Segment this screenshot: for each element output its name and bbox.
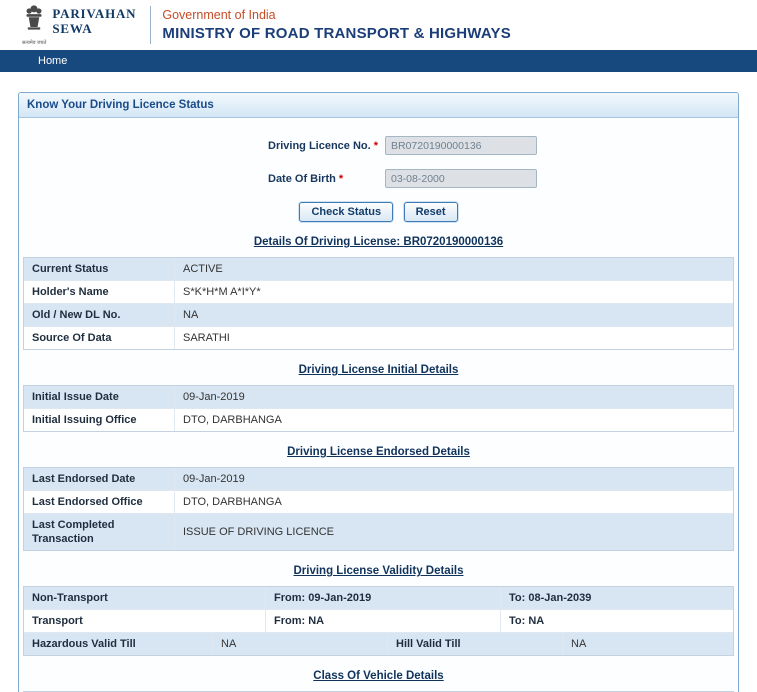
- emblem-caption: सत्यमेव जयते: [22, 40, 47, 46]
- validity-details-table: Non-Transport From: 09-Jan-2019 To: 08-J…: [23, 586, 734, 656]
- endorsed-details-heading: Driving License Endorsed Details: [287, 446, 470, 458]
- hazardous-valid-till-value: NA: [212, 633, 387, 655]
- panel-body: Driving Licence No. * Date Of Birth * Ch…: [19, 118, 738, 692]
- table-row: Current Status ACTIVE: [24, 258, 733, 280]
- dl-number-row: Driving Licence No. *: [268, 136, 734, 155]
- hill-valid-till-value: NA: [562, 633, 733, 655]
- last-endorsed-office-value: DTO, DARBHANGA: [174, 491, 733, 513]
- reset-button[interactable]: Reset: [403, 202, 458, 222]
- details-heading: Details Of Driving License: BR0720190000…: [253, 236, 504, 248]
- required-marker: *: [338, 172, 344, 185]
- site-header: सत्यमेव जयते PARIVAHAN SEWA Government o…: [0, 0, 757, 50]
- table-row: Holder's Name S*K*H*M A*I*Y*: [24, 280, 733, 303]
- initial-issuing-office-value: DTO, DARBHANGA: [174, 409, 733, 431]
- endorsed-details-table: Last Endorsed Date 09-Jan-2019 Last Endo…: [23, 467, 734, 551]
- last-endorsed-date-value: 09-Jan-2019: [174, 468, 733, 490]
- dl-number-input[interactable]: [385, 136, 537, 155]
- dob-input[interactable]: [385, 169, 537, 188]
- dl-status-panel: Know Your Driving Licence Status Driving…: [18, 92, 739, 692]
- non-transport-to: To: 08-Jan-2039: [500, 587, 733, 609]
- table-row: Last Endorsed Office DTO, DARBHANGA: [24, 490, 733, 513]
- initial-issue-date-value: 09-Jan-2019: [174, 386, 733, 408]
- license-status-table: Current Status ACTIVE Holder's Name S*K*…: [23, 257, 734, 350]
- emblem-block: सत्यमेव जयते: [22, 4, 46, 46]
- cov-heading: Class Of Vehicle Details: [313, 670, 444, 682]
- table-row: Non-Transport From: 09-Jan-2019 To: 08-J…: [24, 587, 733, 609]
- form-actions: Check Status Reset: [23, 202, 734, 222]
- transport-from: From: NA: [265, 610, 500, 632]
- main-content: Know Your Driving Licence Status Driving…: [0, 72, 757, 692]
- main-navbar: Home: [0, 50, 757, 72]
- brand-line2: SEWA: [52, 20, 93, 36]
- initial-details-table: Initial Issue Date 09-Jan-2019 Initial I…: [23, 385, 734, 432]
- required-marker: *: [373, 139, 379, 152]
- holder-name-value: S*K*H*M A*I*Y*: [174, 281, 733, 303]
- dl-number-label: Driving Licence No. *: [268, 139, 379, 152]
- table-row: Old / New DL No. NA: [24, 303, 733, 326]
- dob-label: Date Of Birth *: [268, 172, 344, 185]
- initial-details-heading: Driving License Initial Details: [298, 364, 459, 376]
- table-row: Initial Issuing Office DTO, DARBHANGA: [24, 408, 733, 431]
- non-transport-from: From: 09-Jan-2019: [265, 587, 500, 609]
- parivahan-logo: सत्यमेव जयते PARIVAHAN SEWA: [22, 4, 136, 46]
- ashoka-emblem-icon: [23, 4, 45, 39]
- table-row: Last Endorsed Date 09-Jan-2019: [24, 468, 733, 490]
- last-completed-transaction-value: ISSUE OF DRIVING LICENCE: [174, 514, 733, 550]
- panel-title: Know Your Driving Licence Status: [19, 93, 738, 118]
- old-new-dl-value: NA: [174, 304, 733, 326]
- ministry-block: Government of India MINISTRY OF ROAD TRA…: [162, 8, 511, 42]
- check-status-button[interactable]: Check Status: [299, 202, 394, 222]
- ministry-title: MINISTRY OF ROAD TRANSPORT & HIGHWAYS: [162, 25, 511, 42]
- nav-home-link[interactable]: Home: [38, 55, 67, 67]
- table-row: Hazardous Valid Till NA Hill Valid Till …: [24, 632, 733, 655]
- status-value: ACTIVE: [174, 258, 733, 280]
- table-row: Last Completed Transaction ISSUE OF DRIV…: [24, 513, 733, 550]
- validity-details-heading: Driving License Validity Details: [293, 565, 464, 577]
- brand-line1: PARIVAHAN: [52, 6, 137, 21]
- source-of-data-value: SARATHI: [174, 327, 733, 349]
- table-row: Transport From: NA To: NA: [24, 609, 733, 632]
- table-row: Initial Issue Date 09-Jan-2019: [24, 386, 733, 408]
- header-divider: [150, 6, 152, 44]
- government-of-india-text: Government of India: [162, 8, 276, 22]
- brand-name: PARIVAHAN SEWA: [52, 4, 136, 37]
- transport-to: To: NA: [500, 610, 733, 632]
- table-row: Source Of Data SARATHI: [24, 326, 733, 349]
- dob-row: Date Of Birth *: [268, 169, 734, 188]
